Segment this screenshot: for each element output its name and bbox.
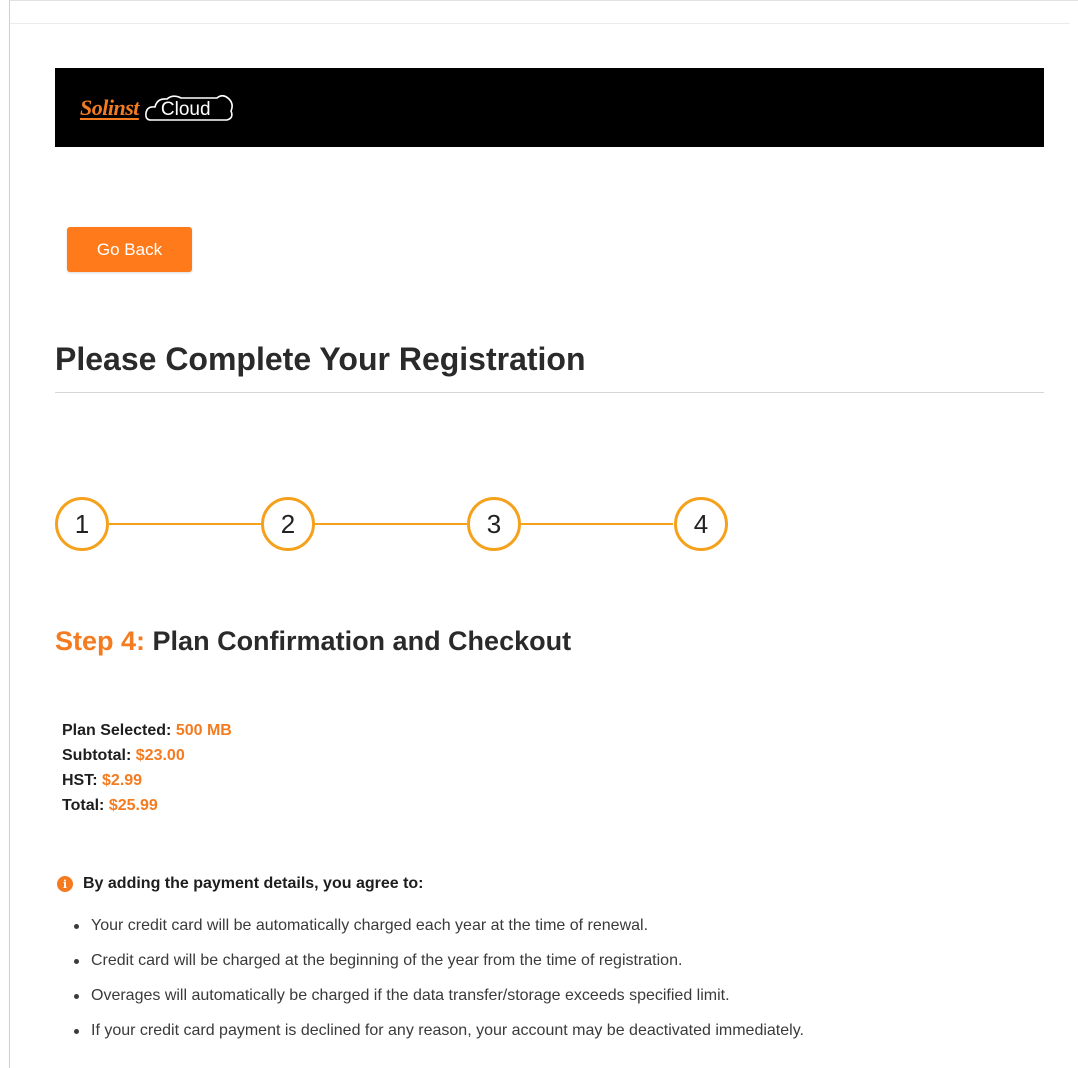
total-label: Total: <box>62 797 105 814</box>
plan-selected-value: 500 MB <box>175 722 232 739</box>
step-1-indicator: 1 <box>55 497 109 551</box>
title-divider <box>55 392 1044 393</box>
plan-selected-row: Plan Selected: 500 MB <box>62 718 232 743</box>
agreement-heading-text: By adding the payment details, you agree… <box>83 875 424 892</box>
plan-selected-label: Plan Selected: <box>62 722 172 739</box>
subtotal-label: Subtotal: <box>62 747 132 764</box>
logo-product: Cloud <box>160 99 211 120</box>
step-3-indicator: 3 <box>467 497 521 551</box>
order-summary: Plan Selected: 500 MB Subtotal: $23.00 H… <box>62 718 232 818</box>
top-divider <box>10 23 1070 24</box>
list-item: Your credit card will be automatically c… <box>72 916 804 951</box>
step-heading: Step 4: Plan Confirmation and Checkout <box>55 626 571 657</box>
list-item: Credit card will be charged at the begin… <box>72 951 804 986</box>
solinst-cloud-logo[interactable]: Solinst Cloud <box>80 90 235 126</box>
total-row: Total: $25.99 <box>62 793 232 818</box>
hst-value: $2.99 <box>102 772 143 789</box>
subtotal-value: $23.00 <box>135 747 185 764</box>
agreement-terms-list: Your credit card will be automatically c… <box>72 916 804 1056</box>
step-4-indicator: 4 <box>674 497 728 551</box>
go-back-button[interactable]: Go Back <box>67 227 192 272</box>
step-2-indicator: 2 <box>261 497 315 551</box>
list-item: If your credit card payment is declined … <box>72 1021 804 1056</box>
hst-row: HST: $2.99 <box>62 768 232 793</box>
hst-label: HST: <box>62 772 98 789</box>
logo-cloud: Cloud <box>143 90 235 126</box>
registration-stepper: 1 2 3 4 <box>55 497 755 557</box>
step-title: Plan Confirmation and Checkout <box>152 626 572 656</box>
step-connector-3-4 <box>521 523 673 525</box>
agreement-heading: i By adding the payment details, you agr… <box>57 875 424 893</box>
page-title: Please Complete Your Registration <box>55 341 586 377</box>
page: Solinst Cloud Go Back Please Complete Yo… <box>9 0 1078 1068</box>
subtotal-row: Subtotal: $23.00 <box>62 743 232 768</box>
info-icon: i <box>57 876 73 892</box>
list-item: Overages will automatically be charged i… <box>72 986 804 1021</box>
logo-brand: Solinst <box>80 95 139 120</box>
step-connector-1-2 <box>109 523 261 525</box>
step-number-label: Step 4: <box>55 626 146 656</box>
site-header: Solinst Cloud <box>55 68 1044 147</box>
step-connector-2-3 <box>315 523 467 525</box>
total-value: $25.99 <box>108 797 158 814</box>
